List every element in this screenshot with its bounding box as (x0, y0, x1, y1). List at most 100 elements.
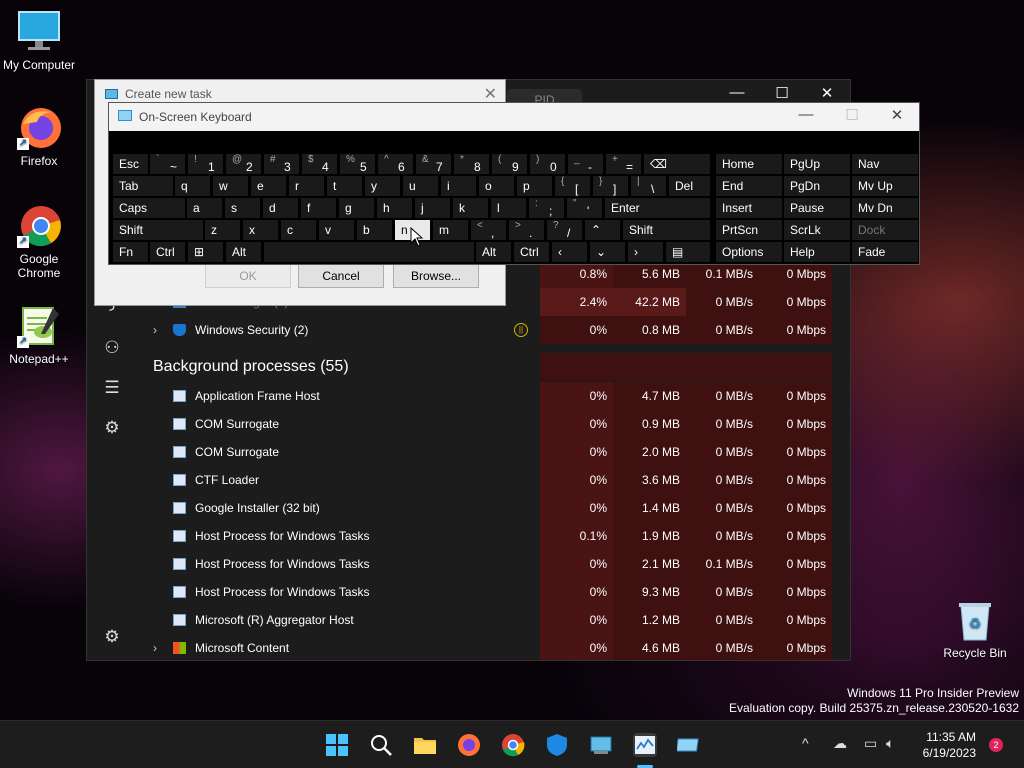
maximize-button[interactable]: ☐ (829, 106, 875, 124)
key-q[interactable]: q (175, 176, 210, 196)
key-v[interactable]: v (319, 220, 354, 240)
key-pgup[interactable]: PgUp (784, 154, 850, 174)
key-fade[interactable]: Fade (852, 242, 918, 262)
key-0[interactable]: ) 0 (530, 154, 565, 174)
key-mvdn[interactable]: Mv Dn (852, 198, 918, 218)
on-screen-keyboard[interactable]: On-Screen Keyboard — ☐ ✕ Esc ` ~! 1 @2 #3 $4% 5… (108, 102, 920, 265)
file-explorer-icon[interactable] (413, 733, 437, 757)
key-7[interactable]: & 7 (416, 154, 451, 174)
key-k[interactable]: k (453, 198, 488, 218)
ok-button[interactable]: OK (205, 264, 291, 288)
browse-button[interactable]: Browse... (393, 264, 479, 288)
key-enter[interactable]: Enter (605, 198, 710, 218)
key-r[interactable]: r (289, 176, 324, 196)
table-row[interactable]: Host Process for Windows Tasks 0% 9.3 MB 0 … (137, 578, 850, 606)
table-row[interactable]: › Microsoft Content 0% 4.6 MB 0 MB/s 0 Mbps (137, 634, 850, 660)
chrome-icon[interactable] (501, 733, 525, 757)
notification-badge[interactable]: 2 (989, 738, 1003, 752)
key-s[interactable]: s (225, 198, 260, 218)
key-x[interactable]: x (243, 220, 278, 240)
key-i[interactable]: i (441, 176, 476, 196)
key-lshift[interactable]: Shift (113, 220, 203, 240)
table-row[interactable]: › Windows Security (2) || 0% 0.8 MB 0 MB… (137, 316, 850, 344)
key-l[interactable]: l (491, 198, 526, 218)
key-tab[interactable]: Tab (113, 176, 173, 196)
key-left-arrow[interactable]: ‹ (552, 242, 587, 262)
key-o[interactable]: o (479, 176, 514, 196)
close-button[interactable]: ✕ (874, 106, 920, 124)
key-insert[interactable]: Insert (716, 198, 782, 218)
cancel-button[interactable]: Cancel (298, 264, 384, 288)
close-button[interactable]: ✕ (484, 84, 497, 104)
table-row[interactable]: COM Surrogate 0% 2.0 MB 0 MB/s 0 Mbps (137, 438, 850, 466)
start-windows-icon[interactable] (325, 733, 349, 757)
key-y[interactable]: y (365, 176, 400, 196)
firefox-icon[interactable] (457, 733, 481, 757)
table-row[interactable]: COM Surrogate 0% 0.9 MB 0 MB/s 0 Mbps (137, 410, 850, 438)
key-delete[interactable]: Del (669, 176, 710, 196)
minimize-button[interactable]: — (717, 84, 757, 101)
key-rbracket[interactable]: }] (593, 176, 628, 196)
key-pause[interactable]: Pause (784, 198, 850, 218)
key-lbracket[interactable]: {[ (555, 176, 590, 196)
key-rctrl[interactable]: Ctrl (514, 242, 549, 262)
key-d[interactable]: d (263, 198, 298, 218)
settings-gear-icon[interactable]: ⚙ (101, 626, 123, 648)
onedrive-offline-icon[interactable]: ☁ (833, 735, 847, 752)
key-prtscn[interactable]: PrtScn (716, 220, 782, 240)
key-scrlk[interactable]: ScrLk (784, 220, 850, 240)
key-esc[interactable]: Esc (113, 154, 148, 174)
key-right-arrow[interactable]: › (628, 242, 663, 262)
key-up-arrow[interactable]: ⌃ (585, 220, 620, 240)
table-row[interactable]: CTF Loader 0% 3.6 MB 0 MB/s 0 Mbps (137, 466, 850, 494)
key-semicolon[interactable]: :; (529, 198, 564, 218)
key-8[interactable]: * 8 (454, 154, 489, 174)
key-b[interactable]: b (357, 220, 392, 240)
key-rshift[interactable]: Shift (623, 220, 710, 240)
network-icon[interactable]: ▭ (864, 735, 877, 752)
key-period[interactable]: >. (509, 220, 544, 240)
table-row[interactable]: Google Installer (32 bit) 0% 1.4 MB 0 MB/s 0… (137, 494, 850, 522)
desktop-icon-chrome[interactable]: ↗ Google Chrome (1, 204, 77, 280)
key-w[interactable]: w (213, 176, 248, 196)
task-manager-icon[interactable] (633, 733, 657, 757)
services-nav-icon[interactable]: ⚙ (101, 417, 123, 439)
key-down-arrow[interactable]: ⌄ (590, 242, 625, 262)
key-menu[interactable]: ▤ (666, 242, 710, 262)
run-dialog-taskbar-icon[interactable] (589, 733, 613, 757)
osk-titlebar[interactable]: On-Screen Keyboard — ☐ ✕ (109, 103, 919, 131)
key-backtick[interactable]: ` ~ (150, 154, 185, 174)
chevron-right-icon[interactable]: › (153, 316, 157, 344)
key-space[interactable] (264, 242, 474, 262)
table-row[interactable]: Microsoft (R) Aggregator Host 0% 1.2 MB 0 M… (137, 606, 850, 634)
osk-taskbar-icon[interactable] (675, 733, 701, 757)
key-mvup[interactable]: Mv Up (852, 176, 918, 196)
key-j[interactable]: j (415, 198, 450, 218)
minimize-button[interactable]: — (783, 106, 829, 123)
key-help[interactable]: Help (784, 242, 850, 262)
key-c[interactable]: c (281, 220, 316, 240)
search-icon[interactable] (369, 733, 393, 757)
key-caps[interactable]: Caps (113, 198, 185, 218)
desktop-icon-notepadpp[interactable]: ↗ Notepad++ (1, 304, 77, 366)
desktop-icon-recycle-bin[interactable]: ♻ Recycle Bin (937, 598, 1013, 660)
volume-icon[interactable]: 🔈︎ (886, 735, 894, 752)
table-row[interactable]: Host Process for Windows Tasks 0.1% 1.9 MB… (137, 522, 850, 550)
key-dock[interactable]: Dock (852, 220, 918, 240)
key-win[interactable]: ⊞ (188, 242, 223, 262)
table-row[interactable]: Host Process for Windows Tasks 0% 2.1 MB 0.… (137, 550, 850, 578)
key-pgdn[interactable]: PgDn (784, 176, 850, 196)
windows-security-icon[interactable] (545, 733, 569, 757)
key-fn[interactable]: Fn (113, 242, 148, 262)
key-slash[interactable]: ? / (547, 220, 582, 240)
key-comma[interactable]: <, (471, 220, 506, 240)
key-a[interactable]: a (187, 198, 222, 218)
key-5[interactable]: % 5 (340, 154, 375, 174)
key-6[interactable]: ^ 6 (378, 154, 413, 174)
key-2[interactable]: @2 (226, 154, 261, 174)
key-lctrl[interactable]: Ctrl (150, 242, 185, 262)
key-g[interactable]: g (339, 198, 374, 218)
show-hidden-icons-chevron-icon[interactable]: ^ (802, 735, 809, 751)
key-end[interactable]: End (716, 176, 782, 196)
maximize-button[interactable]: ☐ (762, 84, 802, 102)
